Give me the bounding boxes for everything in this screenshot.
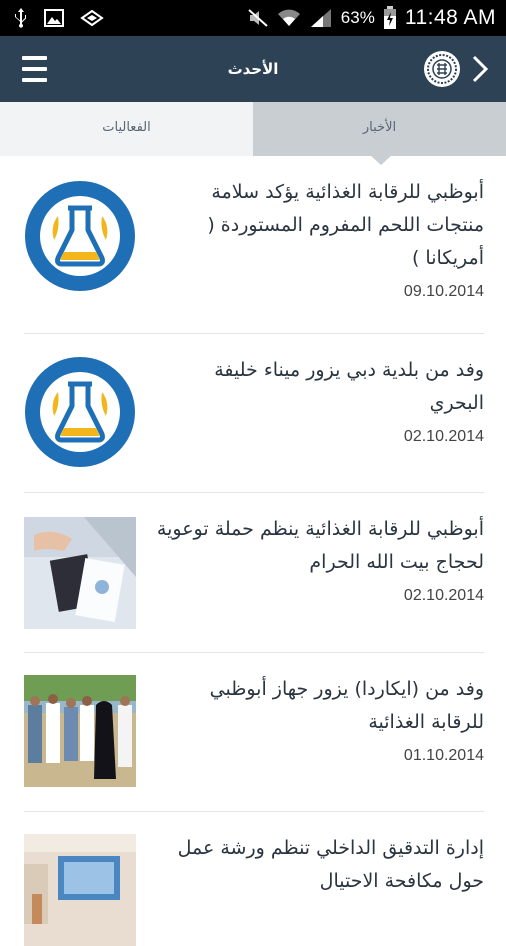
news-headline: أبوظبي للرقابة الغذائية ينظم حملة توعوية… xyxy=(156,518,484,573)
list-item[interactable]: أبوظبي للرقابة الغذائية ينظم حملة توعوية… xyxy=(0,493,506,651)
news-date: 02.10.2014 xyxy=(403,428,484,445)
tab-bar: الفعاليات الأخبار xyxy=(0,102,506,156)
list-item[interactable]: وفد من بلدية دبي يزور ميناء خليفة البحري… xyxy=(0,334,506,492)
signal-icon xyxy=(310,9,331,27)
adfca-logo-icon xyxy=(25,357,135,467)
presentation-photo-icon xyxy=(24,834,136,946)
tab-news[interactable]: الأخبار xyxy=(253,102,506,156)
news-headline: وفد من بلدية دبي يزور ميناء خليفة البحري xyxy=(214,359,484,414)
tab-events[interactable]: الفعاليات xyxy=(0,102,253,156)
clock: 11:48 AM xyxy=(404,6,496,29)
news-headline: إدارة التدقيق الداخلي تنظم ورشة عمل حول … xyxy=(177,837,484,892)
list-item[interactable]: أبوظبي للرقابة الغذائية يؤكد سلامة منتجا… xyxy=(0,156,506,334)
adfca-logo-icon xyxy=(25,181,135,291)
list-item[interactable]: وفد من (ايكاردا) يزور جهاز أبوظبي للرقاب… xyxy=(0,653,506,811)
news-date: 01.10.2014 xyxy=(403,747,484,764)
group-photo-icon xyxy=(24,675,136,787)
battery-icon xyxy=(383,6,396,29)
app-bar: الأحدث xyxy=(0,36,506,102)
news-date: 09.10.2014 xyxy=(403,283,484,300)
news-headline: وفد من (ايكاردا) يزور جهاز أبوظبي للرقاب… xyxy=(209,678,484,733)
list-item[interactable]: إدارة التدقيق الداخلي تنظم ورشة عمل حول … xyxy=(0,812,506,946)
usb-icon xyxy=(15,8,26,28)
sync-icon xyxy=(80,9,104,27)
wifi-icon xyxy=(277,9,300,26)
news-date: 02.10.2014 xyxy=(403,587,484,604)
logo-icon xyxy=(424,51,460,87)
news-headline: أبوظبي للرقابة الغذائية يؤكد سلامة منتجا… xyxy=(207,181,484,269)
battery-percent: 63% xyxy=(340,8,375,27)
status-bar: 63% 11:48 AM xyxy=(0,0,506,36)
passport-photo-icon xyxy=(24,517,136,629)
image-icon xyxy=(44,9,64,27)
back-icon[interactable] xyxy=(468,54,492,84)
mute-icon xyxy=(248,9,268,27)
